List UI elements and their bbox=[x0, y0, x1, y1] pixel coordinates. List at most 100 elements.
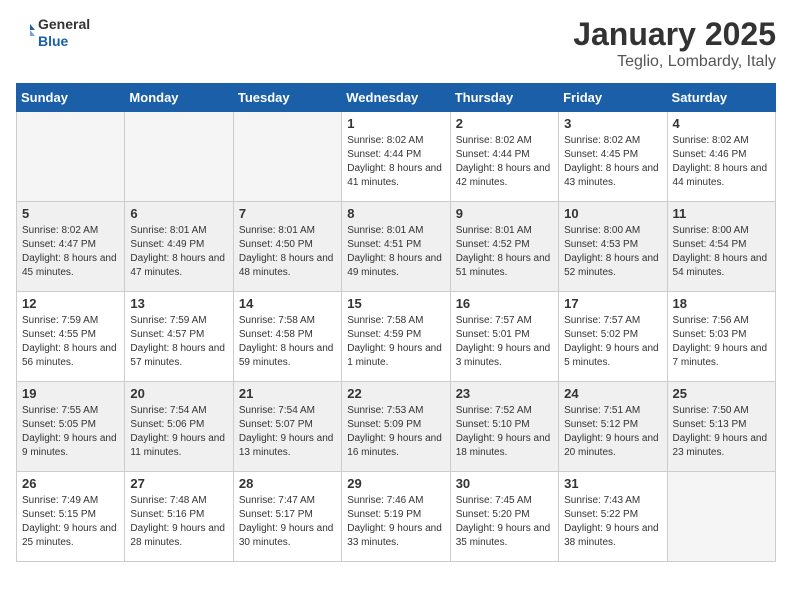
day-number: 1 bbox=[347, 116, 444, 131]
day-number: 15 bbox=[347, 296, 444, 311]
cell-text: Sunrise: 8:02 AM Sunset: 4:46 PM Dayligh… bbox=[673, 134, 770, 190]
cell-text: Sunrise: 8:01 AM Sunset: 4:52 PM Dayligh… bbox=[456, 224, 553, 280]
cell-text: Sunrise: 7:43 AM Sunset: 5:22 PM Dayligh… bbox=[564, 494, 661, 550]
day-number: 29 bbox=[347, 476, 444, 491]
cell-text: Sunrise: 7:49 AM Sunset: 5:15 PM Dayligh… bbox=[22, 494, 119, 550]
cell-text: Sunrise: 8:02 AM Sunset: 4:47 PM Dayligh… bbox=[22, 224, 119, 280]
calendar-cell: 27 Sunrise: 7:48 AM Sunset: 5:16 PM Dayli… bbox=[125, 472, 233, 562]
calendar-cell: 29 Sunrise: 7:46 AM Sunset: 5:19 PM Dayli… bbox=[342, 472, 450, 562]
calendar-cell bbox=[233, 112, 341, 202]
cell-text: Sunrise: 8:02 AM Sunset: 4:44 PM Dayligh… bbox=[347, 134, 444, 190]
day-header-wednesday: Wednesday bbox=[342, 84, 450, 112]
cell-text: Sunrise: 7:51 AM Sunset: 5:12 PM Dayligh… bbox=[564, 404, 661, 460]
cell-text: Sunrise: 8:01 AM Sunset: 4:49 PM Dayligh… bbox=[130, 224, 227, 280]
calendar-cell: 14 Sunrise: 7:58 AM Sunset: 4:58 PM Dayli… bbox=[233, 292, 341, 382]
cell-text: Sunrise: 7:54 AM Sunset: 5:07 PM Dayligh… bbox=[239, 404, 336, 460]
calendar-cell: 6Sunrise: 8:01 AM Sunset: 4:49 PM Daylig… bbox=[125, 202, 233, 292]
calendar-cell: 30Sunrise: 7:45 AM Sunset: 5:20 PM Dayli… bbox=[450, 472, 558, 562]
page-header: General Blue January 2025 Teglio, Lombar… bbox=[16, 16, 776, 71]
calendar-cell: 13 Sunrise: 7:59 AM Sunset: 4:57 PM Dayli… bbox=[125, 292, 233, 382]
day-number: 27 bbox=[130, 476, 227, 491]
logo-general: General bbox=[38, 16, 90, 33]
cell-text: Sunrise: 7:46 AM Sunset: 5:19 PM Dayligh… bbox=[347, 494, 444, 550]
day-header-monday: Monday bbox=[125, 84, 233, 112]
calendar-cell: 8 Sunrise: 8:01 AM Sunset: 4:51 PM Daylig… bbox=[342, 202, 450, 292]
cell-text: Sunrise: 7:59 AM Sunset: 4:57 PM Dayligh… bbox=[130, 314, 227, 370]
calendar-cell bbox=[667, 472, 775, 562]
calendar-cell: 11 Sunrise: 8:00 AM Sunset: 4:54 PM Dayli… bbox=[667, 202, 775, 292]
calendar-cell: 10 Sunrise: 8:00 AM Sunset: 4:53 PM Dayli… bbox=[559, 202, 667, 292]
calendar-cell: 7Sunrise: 8:01 AM Sunset: 4:50 PM Daylig… bbox=[233, 202, 341, 292]
calendar-cell: 1 Sunrise: 8:02 AM Sunset: 4:44 PM Daylig… bbox=[342, 112, 450, 202]
calendar-cell: 3 Sunrise: 8:02 AM Sunset: 4:45 PM Daylig… bbox=[559, 112, 667, 202]
cell-text: Sunrise: 7:48 AM Sunset: 5:16 PM Dayligh… bbox=[130, 494, 227, 550]
week-row-2: 5Sunrise: 8:02 AM Sunset: 4:47 PM Daylig… bbox=[17, 202, 776, 292]
cell-text: Sunrise: 7:55 AM Sunset: 5:05 PM Dayligh… bbox=[22, 404, 119, 460]
day-header-saturday: Saturday bbox=[667, 84, 775, 112]
logo: General Blue bbox=[16, 16, 90, 50]
cell-text: Sunrise: 7:58 AM Sunset: 4:58 PM Dayligh… bbox=[239, 314, 336, 370]
day-header-sunday: Sunday bbox=[17, 84, 125, 112]
header-row: SundayMondayTuesdayWednesdayThursdayFrid… bbox=[17, 84, 776, 112]
calendar-cell: 21 Sunrise: 7:54 AM Sunset: 5:07 PM Dayli… bbox=[233, 382, 341, 472]
cell-text: Sunrise: 8:01 AM Sunset: 4:51 PM Dayligh… bbox=[347, 224, 444, 280]
cell-text: Sunrise: 7:56 AM Sunset: 5:03 PM Dayligh… bbox=[673, 314, 770, 370]
day-number: 16 bbox=[456, 296, 553, 311]
day-number: 17 bbox=[564, 296, 661, 311]
calendar-cell bbox=[125, 112, 233, 202]
day-number: 9 bbox=[456, 206, 553, 221]
day-number: 28 bbox=[239, 476, 336, 491]
day-number: 3 bbox=[564, 116, 661, 131]
day-number: 10 bbox=[564, 206, 661, 221]
calendar-cell: 23 Sunrise: 7:52 AM Sunset: 5:10 PM Dayli… bbox=[450, 382, 558, 472]
calendar-cell: 2Sunrise: 8:02 AM Sunset: 4:44 PM Daylig… bbox=[450, 112, 558, 202]
calendar-cell: 22 Sunrise: 7:53 AM Sunset: 5:09 PM Dayli… bbox=[342, 382, 450, 472]
day-number: 25 bbox=[673, 386, 770, 401]
cell-text: Sunrise: 7:57 AM Sunset: 5:02 PM Dayligh… bbox=[564, 314, 661, 370]
day-number: 20 bbox=[130, 386, 227, 401]
logo-text: General Blue bbox=[16, 16, 90, 50]
cell-text: Sunrise: 7:52 AM Sunset: 5:10 PM Dayligh… bbox=[456, 404, 553, 460]
calendar-cell: 26Sunrise: 7:49 AM Sunset: 5:15 PM Dayli… bbox=[17, 472, 125, 562]
day-number: 11 bbox=[673, 206, 770, 221]
calendar-table: SundayMondayTuesdayWednesdayThursdayFrid… bbox=[16, 83, 776, 562]
calendar-cell: 5Sunrise: 8:02 AM Sunset: 4:47 PM Daylig… bbox=[17, 202, 125, 292]
calendar-cell bbox=[17, 112, 125, 202]
day-number: 21 bbox=[239, 386, 336, 401]
cell-text: Sunrise: 8:02 AM Sunset: 4:45 PM Dayligh… bbox=[564, 134, 661, 190]
week-row-1: 1 Sunrise: 8:02 AM Sunset: 4:44 PM Daylig… bbox=[17, 112, 776, 202]
day-number: 12 bbox=[22, 296, 119, 311]
cell-text: Sunrise: 8:00 AM Sunset: 4:53 PM Dayligh… bbox=[564, 224, 661, 280]
calendar-cell: 19Sunrise: 7:55 AM Sunset: 5:05 PM Dayli… bbox=[17, 382, 125, 472]
cell-text: Sunrise: 7:57 AM Sunset: 5:01 PM Dayligh… bbox=[456, 314, 553, 370]
cell-text: Sunrise: 7:45 AM Sunset: 5:20 PM Dayligh… bbox=[456, 494, 553, 550]
day-number: 14 bbox=[239, 296, 336, 311]
day-header-thursday: Thursday bbox=[450, 84, 558, 112]
calendar-cell: 15 Sunrise: 7:58 AM Sunset: 4:59 PM Dayli… bbox=[342, 292, 450, 382]
calendar-cell: 20 Sunrise: 7:54 AM Sunset: 5:06 PM Dayli… bbox=[125, 382, 233, 472]
calendar-cell: 4 Sunrise: 8:02 AM Sunset: 4:46 PM Daylig… bbox=[667, 112, 775, 202]
cell-text: Sunrise: 7:58 AM Sunset: 4:59 PM Dayligh… bbox=[347, 314, 444, 370]
week-row-5: 26Sunrise: 7:49 AM Sunset: 5:15 PM Dayli… bbox=[17, 472, 776, 562]
calendar-cell: 18 Sunrise: 7:56 AM Sunset: 5:03 PM Dayli… bbox=[667, 292, 775, 382]
cell-text: Sunrise: 8:01 AM Sunset: 4:50 PM Dayligh… bbox=[239, 224, 336, 280]
calendar-cell: 16 Sunrise: 7:57 AM Sunset: 5:01 PM Dayli… bbox=[450, 292, 558, 382]
day-number: 23 bbox=[456, 386, 553, 401]
calendar-cell: 12 Sunrise: 7:59 AM Sunset: 4:55 PM Dayli… bbox=[17, 292, 125, 382]
week-row-3: 12 Sunrise: 7:59 AM Sunset: 4:55 PM Dayli… bbox=[17, 292, 776, 382]
day-number: 22 bbox=[347, 386, 444, 401]
cell-text: Sunrise: 7:59 AM Sunset: 4:55 PM Dayligh… bbox=[22, 314, 119, 370]
cell-text: Sunrise: 7:54 AM Sunset: 5:06 PM Dayligh… bbox=[130, 404, 227, 460]
cell-text: Sunrise: 8:00 AM Sunset: 4:54 PM Dayligh… bbox=[673, 224, 770, 280]
day-number: 13 bbox=[130, 296, 227, 311]
day-number: 18 bbox=[673, 296, 770, 311]
day-number: 31 bbox=[564, 476, 661, 491]
cell-text: Sunrise: 7:53 AM Sunset: 5:09 PM Dayligh… bbox=[347, 404, 444, 460]
day-number: 4 bbox=[673, 116, 770, 131]
day-number: 8 bbox=[347, 206, 444, 221]
calendar-cell: 31 Sunrise: 7:43 AM Sunset: 5:22 PM Dayli… bbox=[559, 472, 667, 562]
calendar-cell: 9 Sunrise: 8:01 AM Sunset: 4:52 PM Daylig… bbox=[450, 202, 558, 292]
day-header-tuesday: Tuesday bbox=[233, 84, 341, 112]
cell-text: Sunrise: 7:50 AM Sunset: 5:13 PM Dayligh… bbox=[673, 404, 770, 460]
location-title: Teglio, Lombardy, Italy bbox=[573, 53, 776, 71]
